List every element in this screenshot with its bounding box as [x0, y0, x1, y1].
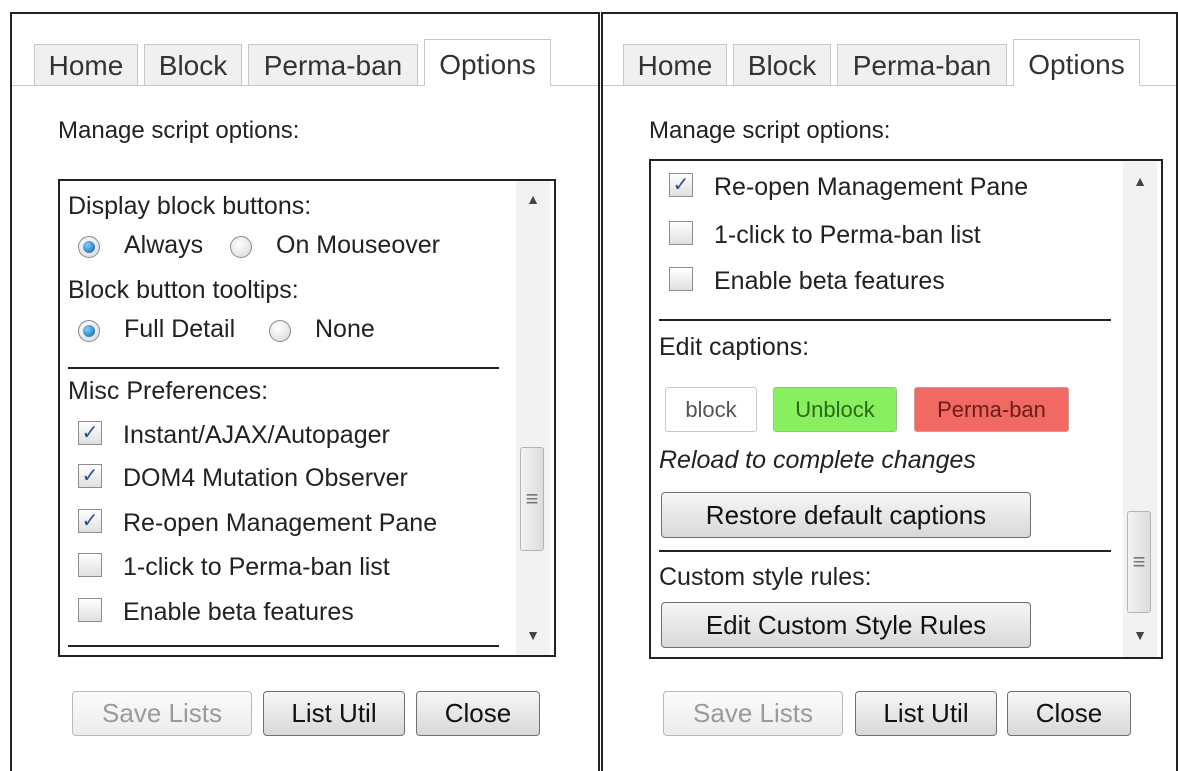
checkbox-beta-features-label: Enable beta features	[714, 267, 945, 295]
radio-on-mouseover-label: On Mouseover	[276, 231, 440, 259]
caption-unblock-input[interactable]: Unblock	[773, 387, 897, 432]
tab-block[interactable]: Block	[733, 44, 831, 85]
grip-icon: ≡	[1132, 549, 1146, 574]
close-button[interactable]: Close	[416, 691, 540, 736]
tab-home[interactable]: Home	[34, 44, 138, 85]
scroll-down-icon[interactable]: ▼	[1123, 627, 1157, 643]
radio-always[interactable]	[78, 236, 100, 258]
options-scroll-area[interactable]: Display block buttons: Always On Mouseov…	[58, 179, 556, 657]
radio-always-label: Always	[124, 231, 204, 259]
checkbox-one-click-perma-label: 1-click to Perma-ban list	[714, 221, 981, 249]
grip-icon: ≡	[525, 486, 539, 511]
checkbox-one-click-perma[interactable]	[78, 553, 102, 577]
scrollbar[interactable]: ▲ ≡ ▼	[1123, 161, 1157, 657]
checkbox-reopen-pane-label: Re-open Management Pane	[123, 509, 438, 537]
section-divider-2	[659, 550, 1111, 552]
edit-custom-style-rules-button[interactable]: Edit Custom Style Rules	[661, 602, 1031, 648]
checkbox-beta-features-label: Enable beta features	[123, 598, 354, 626]
scroll-up-icon[interactable]: ▲	[1123, 173, 1157, 189]
scrollbar[interactable]: ▲ ≡ ▼	[516, 181, 550, 655]
radio-on-mouseover[interactable]	[230, 236, 252, 258]
scroll-up-icon[interactable]: ▲	[516, 191, 550, 207]
save-lists-button[interactable]: Save Lists	[72, 691, 252, 736]
manage-script-options-heading: Manage script options:	[649, 117, 891, 144]
radio-none-label: None	[315, 315, 375, 343]
section-divider	[68, 367, 499, 369]
section-divider	[659, 319, 1111, 321]
checkbox-reopen-pane[interactable]: ✓	[669, 173, 693, 197]
options-scroll-area[interactable]: ✓ Re-open Management Pane 1-click to Per…	[649, 159, 1163, 659]
checkbox-dom4-mutation[interactable]: ✓	[78, 464, 102, 488]
checkbox-one-click-perma-label: 1-click to Perma-ban list	[123, 553, 390, 581]
display-block-buttons-label: Display block buttons:	[68, 192, 312, 220]
tab-options[interactable]: Options	[424, 39, 551, 86]
tab-perma-ban[interactable]: Perma-ban	[248, 44, 418, 85]
caption-perma-ban-input[interactable]: Perma-ban	[914, 387, 1069, 432]
caption-block-input[interactable]: block	[665, 387, 757, 432]
checkbox-instant-ajax-label: Instant/AJAX/Autopager	[123, 421, 390, 449]
close-button[interactable]: Close	[1007, 691, 1131, 736]
tab-home[interactable]: Home	[623, 44, 727, 85]
edit-captions-label: Edit captions:	[659, 333, 810, 361]
checkbox-reopen-pane-label: Re-open Management Pane	[714, 173, 1029, 201]
checkbox-beta-features[interactable]	[669, 267, 693, 291]
options-panel-left: Home Block Perma-ban Options Manage scri…	[10, 12, 600, 771]
scroll-thumb[interactable]: ≡	[520, 447, 544, 551]
save-lists-button[interactable]: Save Lists	[663, 691, 843, 736]
restore-default-captions-button[interactable]: Restore default captions	[661, 492, 1031, 538]
list-util-button[interactable]: List Util	[855, 691, 997, 736]
tab-block[interactable]: Block	[144, 44, 242, 85]
checkbox-beta-features[interactable]	[78, 598, 102, 622]
checkbox-instant-ajax[interactable]: ✓	[78, 421, 102, 445]
list-util-button[interactable]: List Util	[263, 691, 405, 736]
checkbox-dom4-mutation-label: DOM4 Mutation Observer	[123, 464, 408, 492]
section-divider-bottom	[68, 645, 499, 647]
scroll-thumb[interactable]: ≡	[1127, 511, 1151, 613]
custom-style-rules-label: Custom style rules:	[659, 563, 872, 591]
radio-full-detail[interactable]	[78, 320, 100, 342]
radio-none[interactable]	[269, 320, 291, 342]
radio-full-detail-label: Full Detail	[124, 315, 236, 343]
checkbox-reopen-pane[interactable]: ✓	[78, 509, 102, 533]
reload-note: Reload to complete changes	[659, 446, 976, 474]
tab-options[interactable]: Options	[1013, 39, 1140, 86]
tab-perma-ban[interactable]: Perma-ban	[837, 44, 1007, 85]
manage-script-options-heading: Manage script options:	[58, 117, 300, 144]
block-button-tooltips-label: Block button tooltips:	[68, 276, 299, 304]
options-panel-right: Home Block Perma-ban Options Manage scri…	[601, 12, 1178, 771]
scroll-down-icon[interactable]: ▼	[516, 627, 550, 643]
checkbox-one-click-perma[interactable]	[669, 221, 693, 245]
misc-preferences-label: Misc Preferences:	[68, 377, 269, 405]
